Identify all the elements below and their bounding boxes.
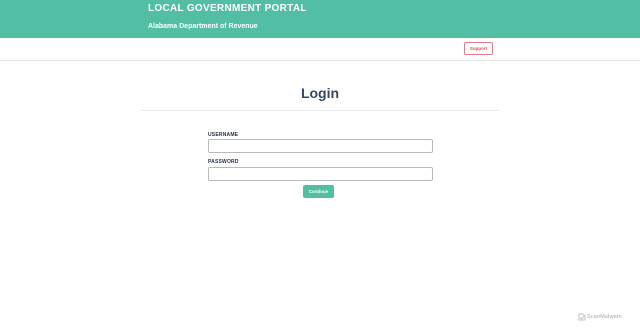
scanmalware-logo-icon: [578, 313, 586, 321]
username-field[interactable]: [208, 139, 433, 153]
watermark: ScanMalware: [578, 312, 622, 321]
title-divider: [140, 110, 500, 111]
top-navbar: Support: [0, 38, 640, 61]
continue-button[interactable]: Continue: [303, 185, 334, 198]
username-label: USERNAME: [208, 132, 239, 138]
site-header: LOCAL GOVERNMENT PORTAL Alabama Departme…: [0, 0, 640, 38]
password-field[interactable]: [208, 167, 433, 181]
support-button[interactable]: Support: [464, 42, 493, 55]
portal-title: LOCAL GOVERNMENT PORTAL: [148, 3, 307, 14]
password-label: PASSWORD: [208, 159, 239, 165]
page-title: Login: [300, 85, 340, 101]
watermark-text: ScanMalware: [587, 313, 622, 320]
portal-subtitle: Alabama Department of Revenue: [148, 23, 258, 30]
